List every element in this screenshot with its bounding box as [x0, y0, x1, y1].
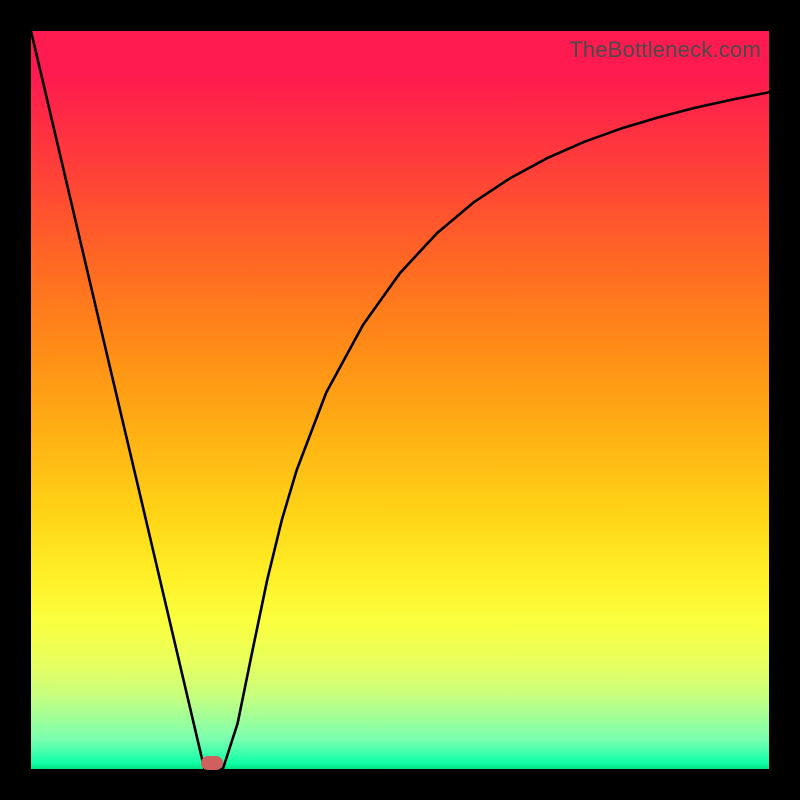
- chart-frame: TheBottleneck.com: [0, 0, 800, 800]
- bottleneck-curve: [31, 31, 769, 769]
- plot-area: TheBottleneck.com: [31, 31, 769, 769]
- minimum-marker: [201, 756, 223, 770]
